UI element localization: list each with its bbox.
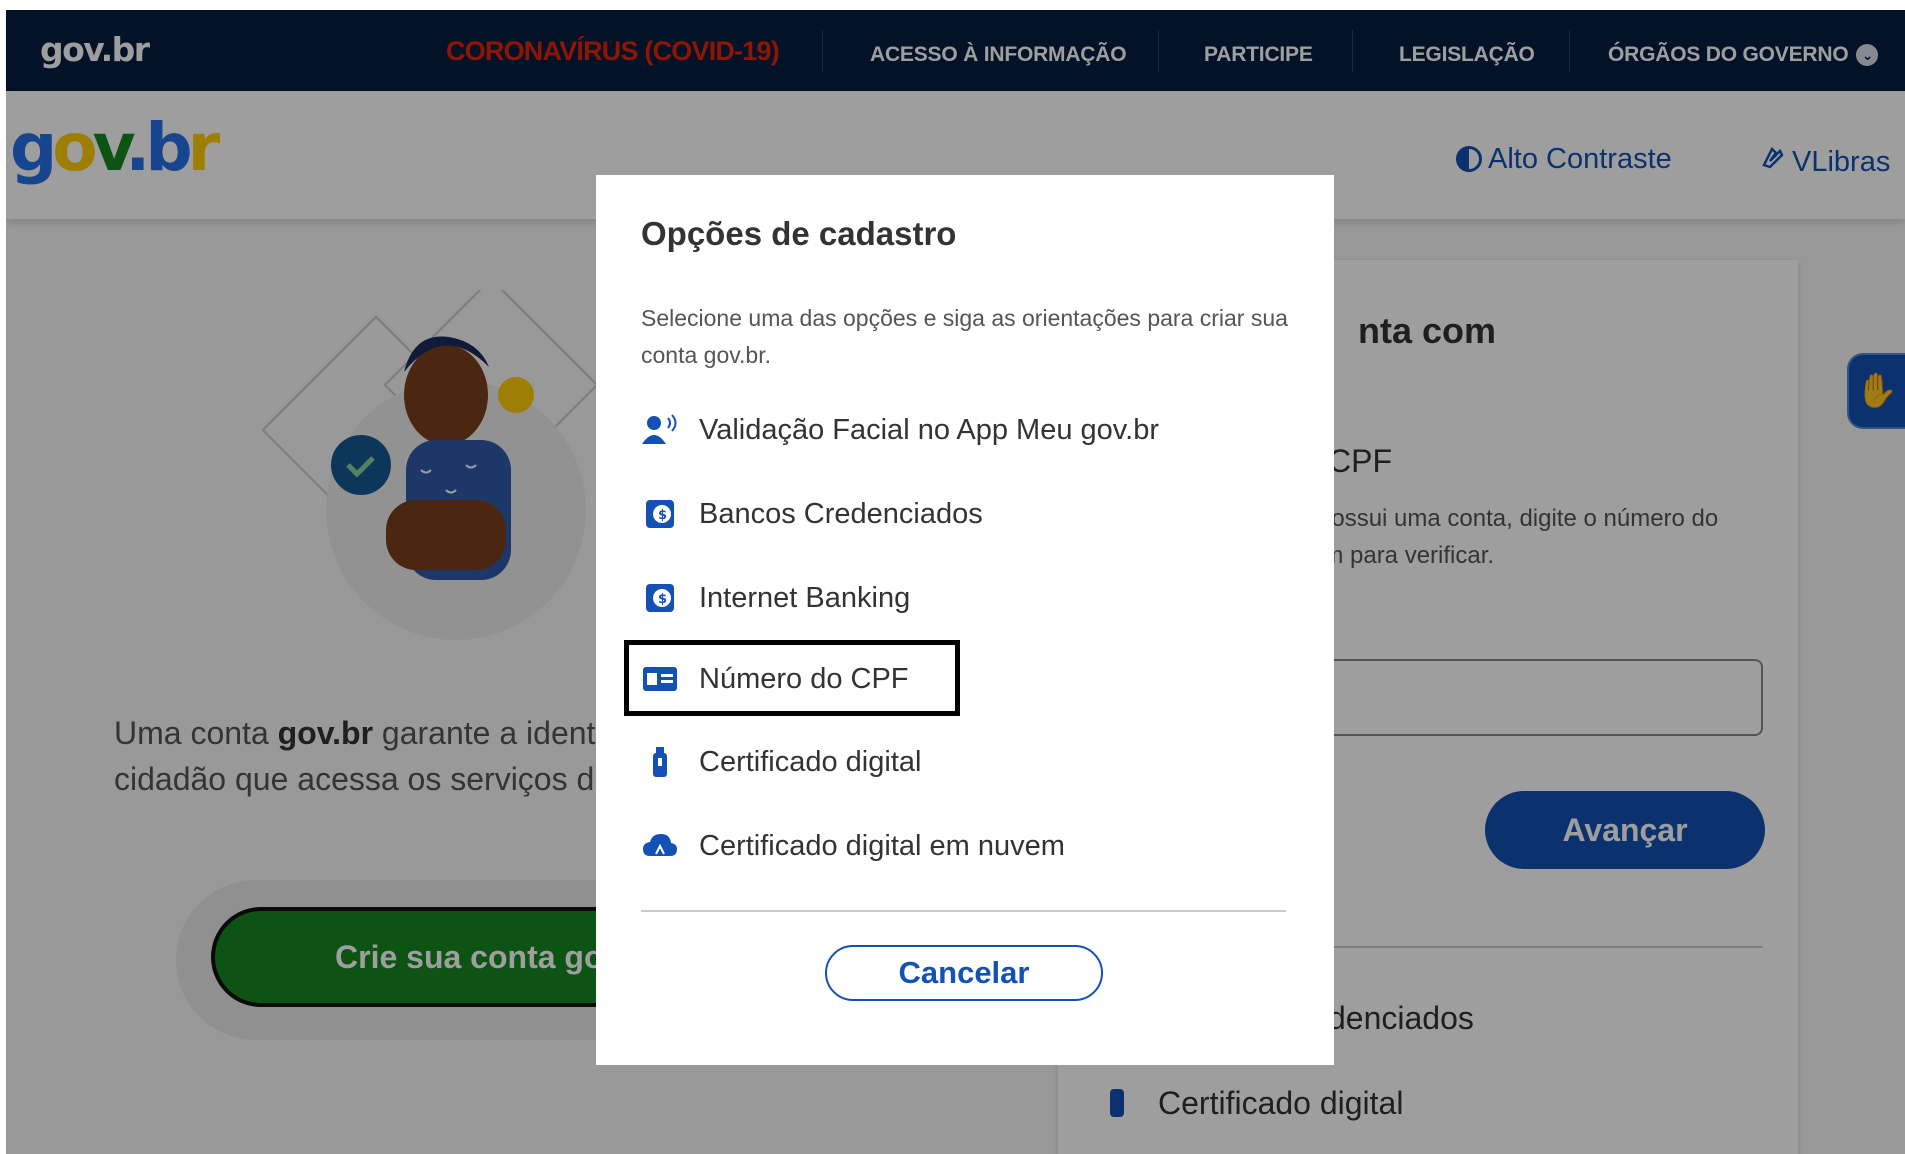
- option-label: Número do CPF: [699, 662, 909, 695]
- svg-text:$: $: [658, 592, 667, 607]
- modal-divider: [641, 910, 1286, 912]
- cancel-button[interactable]: Cancelar: [825, 945, 1103, 1001]
- option-facial-validation[interactable]: Validação Facial no App Meu gov.br: [641, 405, 1159, 455]
- registration-options-modal: Opções de cadastro Selecione uma das opç…: [596, 175, 1334, 1065]
- svg-text:$: $: [658, 508, 667, 523]
- id-card-icon: [641, 660, 679, 698]
- option-internet-banking[interactable]: $ Internet Banking: [641, 573, 910, 623]
- bank-icon: $: [641, 495, 679, 533]
- option-label: Certificado digital em nuvem: [699, 829, 1065, 862]
- cloud-certificate-icon: [641, 827, 679, 865]
- face-id-icon: [641, 411, 679, 449]
- option-label: Certificado digital: [699, 745, 922, 778]
- option-digital-certificate[interactable]: Certificado digital: [641, 737, 921, 787]
- option-label: Internet Banking: [699, 581, 911, 614]
- option-cloud-certificate[interactable]: Certificado digital em nuvem: [641, 821, 1065, 871]
- bank-icon: $: [641, 579, 679, 617]
- option-credentialed-banks[interactable]: $ Bancos Credenciados: [641, 489, 983, 539]
- modal-title: Opções de cadastro: [641, 215, 957, 252]
- modal-description: Selecione uma das opções e siga as orien…: [641, 305, 1288, 368]
- usb-token-icon: [641, 743, 679, 781]
- page: gov.br CORONAVÍRUS (COVID-19) ACESSO À I…: [6, 10, 1905, 1154]
- option-cpf-number[interactable]: Número do CPF: [641, 654, 909, 704]
- option-label: Bancos Credenciados: [699, 497, 983, 530]
- option-label: Validação Facial no App Meu gov.br: [699, 413, 1159, 446]
